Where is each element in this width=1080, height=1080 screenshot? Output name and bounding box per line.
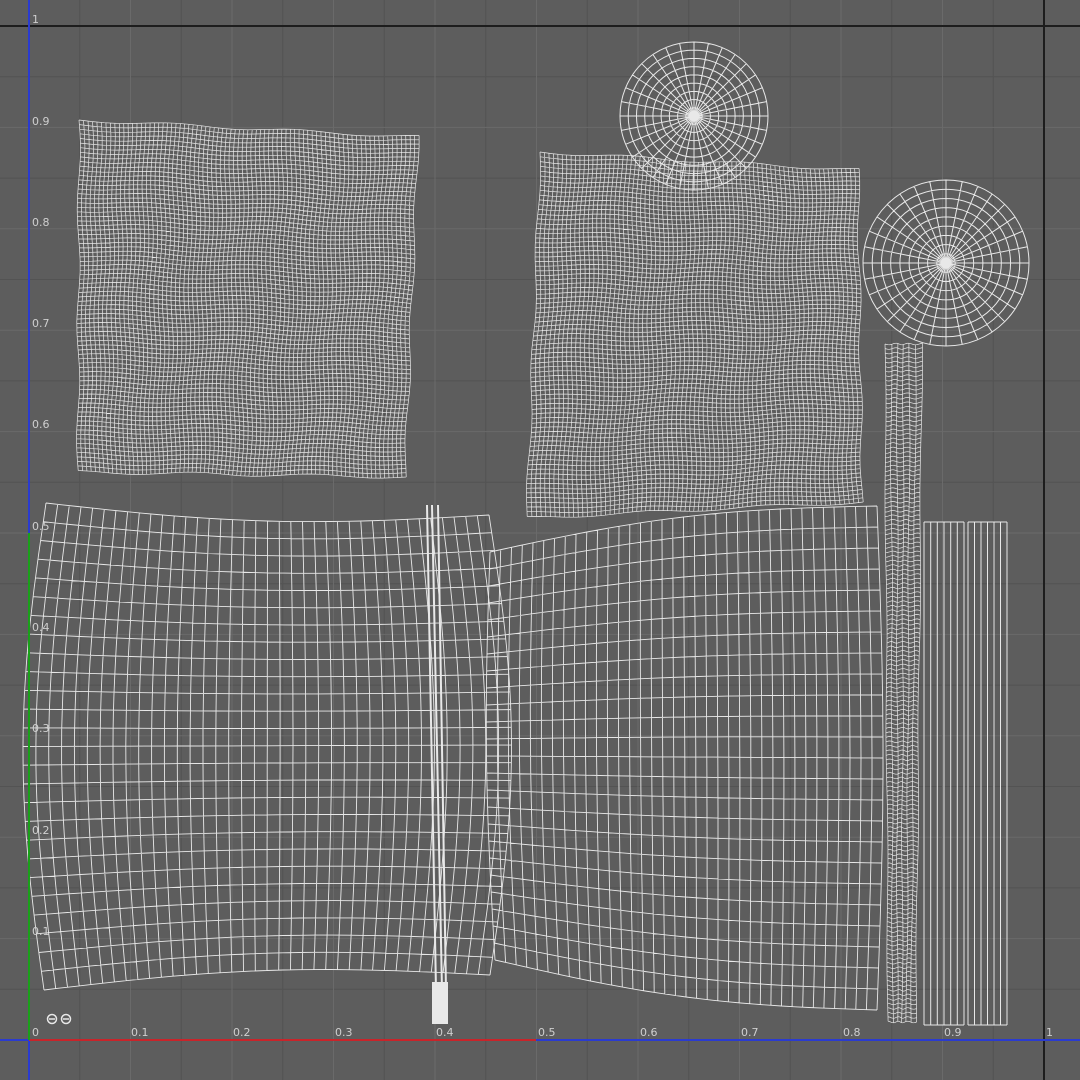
v-tick-label: 0.3 — [32, 722, 50, 735]
v-tick-label: 0.7 — [32, 317, 50, 330]
v-tick-label: 1 — [32, 13, 39, 26]
u-tick-label: 0.9 — [944, 1026, 962, 1039]
u-tick-label: 0.8 — [843, 1026, 861, 1039]
v-tick-label: 0.1 — [32, 925, 50, 938]
uv-shell-top-cap-disc[interactable] — [619, 41, 769, 191]
viewport-background — [0, 0, 1080, 1080]
u-tick-label: 0.4 — [436, 1026, 454, 1039]
v-tick-label: 0.2 — [32, 824, 50, 837]
u-tick-label: 0 — [32, 1026, 39, 1039]
v-tick-label: 0.5 — [32, 520, 50, 533]
v-tick-label: 0.6 — [32, 418, 50, 431]
uv-editor-viewport[interactable]: 0 0.1 0.2 0.3 0.4 0.5 0.6 0.7 0.8 0.9 1 … — [0, 0, 1080, 1080]
u-tick-label: 0.5 — [538, 1026, 556, 1039]
u-tick-label: 0.2 — [233, 1026, 251, 1039]
u-tick-label: 0.3 — [335, 1026, 353, 1039]
v-tick-label: 0.8 — [32, 216, 50, 229]
uv-shell-side-cap-disc[interactable] — [862, 179, 1030, 347]
disc-wireframe — [862, 179, 1030, 347]
v-tick-label: 0.9 — [32, 115, 50, 128]
u-tick-label: 0.7 — [741, 1026, 759, 1039]
u-tick-label: 1 — [1046, 1026, 1053, 1039]
v-tick-label: 0.4 — [32, 621, 50, 634]
disc-wireframe — [619, 41, 769, 191]
u-tick-label: 0.1 — [131, 1026, 149, 1039]
u-tick-label: 0.6 — [640, 1026, 658, 1039]
